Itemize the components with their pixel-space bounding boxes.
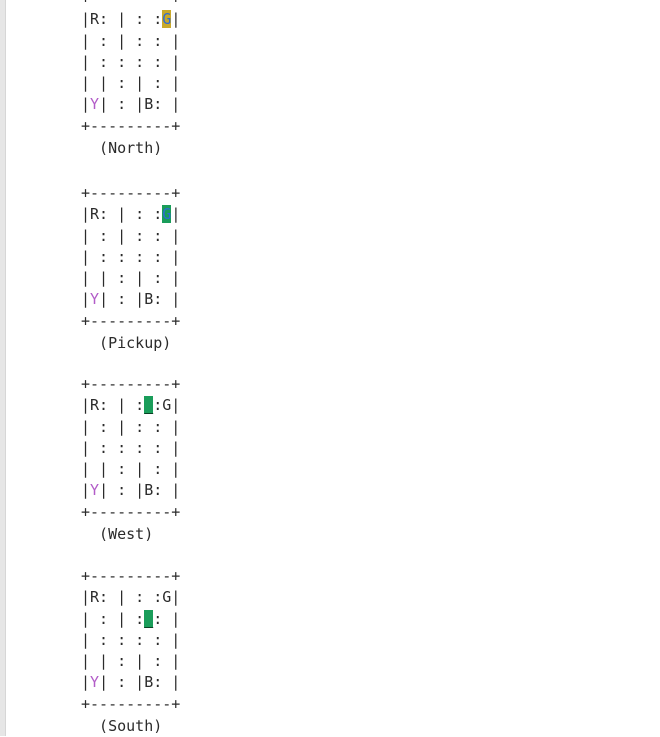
grid-row-1: |R: | : :G|	[81, 10, 181, 29]
location-y: Y	[90, 481, 100, 500]
taxi-cell-highlight: G	[162, 205, 172, 224]
location-y: Y	[90, 95, 100, 114]
grid-row-2: | : | :_: |	[81, 609, 181, 628]
grid-row-4: | | : | : |	[81, 652, 181, 671]
grid-row-3: | : : : : |	[81, 630, 181, 649]
taxi-frame-north: +---------+ |R: | : :G| | : | : : | | : …	[81, 0, 180, 159]
grid-row-1: |R: | : :G|	[81, 205, 181, 224]
grid-bottom-border: +---------+	[81, 311, 181, 330]
grid-row-4: | | : | : |	[81, 269, 181, 288]
grid-bottom-border: +---------+	[81, 116, 181, 135]
grid-row-1: |R: | : :G|	[81, 588, 181, 607]
taxi-cell-highlight: _	[144, 609, 154, 628]
grid-row-2: | : | : : |	[81, 31, 181, 50]
grid-row-1: |R: | :_:G|	[81, 396, 181, 415]
grid-row-4: | | : | : |	[81, 74, 181, 93]
grid-row-2: | : | : : |	[81, 417, 181, 436]
grid-bottom-border: +---------+	[81, 694, 181, 713]
grid-top-border: +---------+	[81, 184, 181, 202]
location-y: Y	[90, 673, 100, 692]
grid-row-3: | : : : : |	[81, 247, 181, 266]
grid-row-3: | : : : : |	[81, 438, 181, 457]
grid-row-5: |Y| : |B: |	[81, 290, 181, 309]
grid-row-5: |Y| : |B: |	[81, 673, 181, 692]
grid-bottom-border: +---------+	[81, 502, 181, 521]
taxi-frame-south: +---------+ |R: | : :G| | : | :_: | | : …	[81, 566, 180, 737]
taxi-frame-west: +---------+ |R: | :_:G| | : | : : | | : …	[81, 374, 180, 545]
grid-top-border: +---------+	[81, 567, 181, 585]
grid-row-5: |Y| : |B: |	[81, 481, 181, 500]
taxi-frame-pickup: +---------+ |R: | : :G| | : | : : | | : …	[81, 183, 180, 354]
taxi-cell-highlight: _	[144, 396, 154, 415]
action-caption: (North)	[81, 139, 163, 158]
grid-row-2: | : | : : |	[81, 226, 181, 245]
taxi-cell-highlight: G	[162, 10, 172, 29]
output-gutter	[0, 0, 6, 736]
grid-row-5: |Y| : |B: |	[81, 95, 181, 114]
grid-row-4: | | : | : |	[81, 460, 181, 479]
location-y: Y	[90, 290, 100, 309]
action-caption: (Pickup)	[81, 334, 172, 353]
grid-top-border: +---------+	[81, 0, 180, 9]
grid-row-3: | : : : : |	[81, 52, 181, 71]
action-caption: (West)	[81, 525, 154, 544]
grid-top-border: +---------+	[81, 375, 181, 393]
action-caption: (South)	[81, 717, 163, 736]
